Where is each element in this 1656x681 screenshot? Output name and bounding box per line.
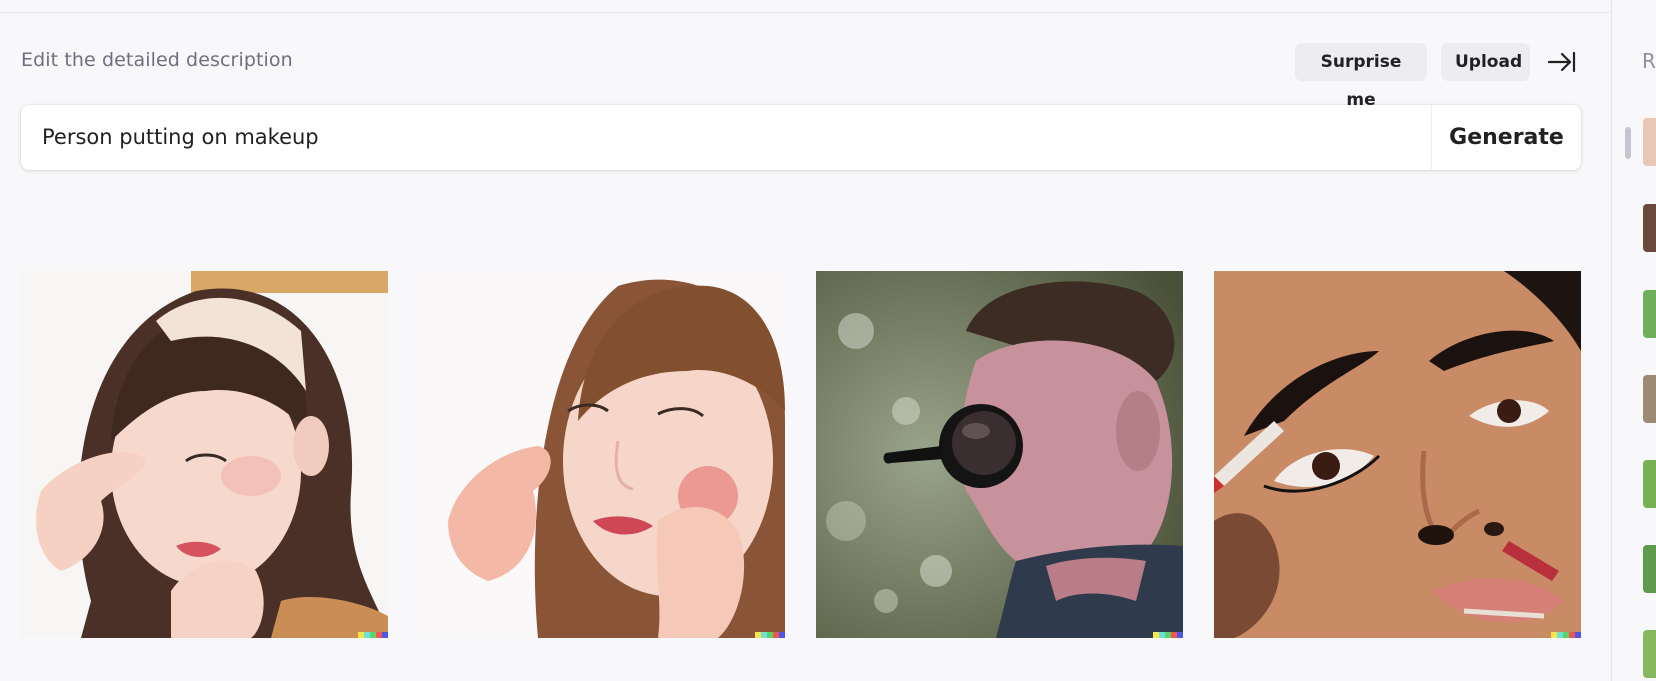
- history-thumbnail[interactable]: [1643, 118, 1656, 166]
- surprise-me-button[interactable]: Surprise me: [1295, 43, 1427, 110]
- page-title: Edit the detailed description: [21, 49, 293, 71]
- result-image-4[interactable]: [1214, 271, 1581, 638]
- sidebar-header: R: [1642, 49, 1656, 73]
- top-divider: [0, 0, 1611, 13]
- upload-button[interactable]: Upload: [1441, 43, 1530, 81]
- collapse-sidebar-icon[interactable]: [1546, 49, 1576, 75]
- history-thumbnail[interactable]: [1643, 630, 1656, 678]
- sidebar-scrollbar[interactable]: [1625, 127, 1631, 159]
- main-panel: Edit the detailed description Surprise m…: [0, 0, 1611, 681]
- generate-button[interactable]: Generate: [1432, 105, 1581, 170]
- history-thumbnail[interactable]: [1643, 204, 1656, 252]
- image-signature: [358, 632, 388, 638]
- history-thumbnail[interactable]: [1643, 375, 1656, 423]
- history-thumbnail[interactable]: [1643, 460, 1656, 508]
- image-signature: [1551, 632, 1581, 638]
- history-thumbnail[interactable]: [1643, 290, 1656, 338]
- history-sidebar: R: [1611, 0, 1656, 681]
- image-signature: [1153, 632, 1183, 638]
- history-thumbnail[interactable]: [1643, 545, 1656, 593]
- prompt-bar: Person putting on makeup Generate: [21, 105, 1581, 170]
- result-image-2[interactable]: [418, 271, 785, 638]
- image-signature: [755, 632, 785, 638]
- prompt-input[interactable]: Person putting on makeup: [42, 105, 319, 170]
- result-image-3[interactable]: [816, 271, 1183, 638]
- result-image-1[interactable]: [21, 271, 388, 638]
